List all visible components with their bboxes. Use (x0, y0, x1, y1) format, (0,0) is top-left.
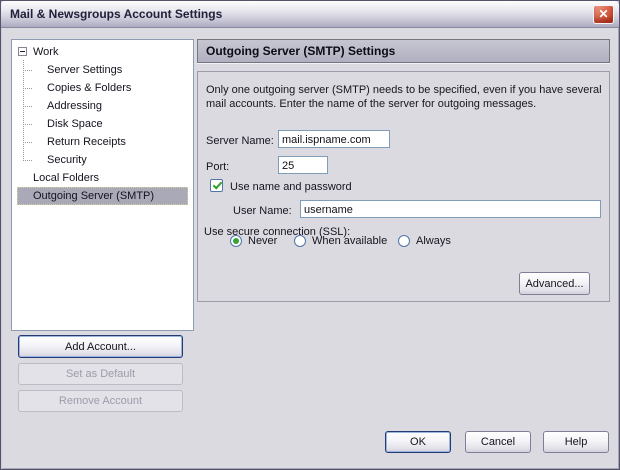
use-name-password-checkbox[interactable] (210, 179, 223, 192)
port-input[interactable] (278, 156, 328, 174)
remove-account-button: Remove Account (18, 390, 183, 412)
set-as-default-button: Set as Default (18, 363, 183, 385)
ssl-when-available-radio[interactable] (294, 235, 306, 247)
account-settings-dialog: Mail & Newsgroups Account Settings ✕ Wor… (0, 0, 620, 470)
window-title: Mail & Newsgroups Account Settings (10, 1, 222, 27)
ok-button[interactable]: OK (385, 431, 451, 453)
tree-item-label: Copies & Folders (47, 82, 131, 94)
user-name-label: User Name: (233, 204, 292, 218)
tree-item-local-folders[interactable]: Local Folders (12, 169, 193, 187)
use-name-password-label[interactable]: Use name and password (230, 180, 352, 194)
tree-item-label: Server Settings (47, 64, 122, 76)
tree-item-label: Local Folders (33, 172, 99, 184)
help-button[interactable]: Help (543, 431, 609, 453)
account-tree[interactable]: Work Server Settings Copies & Folders Ad… (11, 39, 194, 331)
panel-title: Outgoing Server (SMTP) Settings (197, 39, 610, 63)
cancel-button[interactable]: Cancel (465, 431, 531, 453)
user-name-input[interactable] (300, 200, 601, 218)
tree-item-copies-folders[interactable]: Copies & Folders (12, 79, 193, 97)
tree-item-label: Work (33, 46, 58, 58)
tree-item-label: Security (47, 154, 87, 166)
tree-item-disk-space[interactable]: Disk Space (12, 115, 193, 133)
tree-item-label: Return Receipts (47, 136, 126, 148)
tree-item-security[interactable]: Security (12, 151, 193, 169)
close-icon[interactable]: ✕ (593, 5, 614, 24)
tree-item-return-receipts[interactable]: Return Receipts (12, 133, 193, 151)
collapse-expander-icon[interactable] (18, 47, 27, 56)
port-label: Port: (206, 160, 229, 174)
ssl-never-radio[interactable] (230, 235, 242, 247)
tree-item-server-settings[interactable]: Server Settings (12, 61, 193, 79)
tree-item-work[interactable]: Work (12, 43, 193, 61)
ssl-always-radio[interactable] (398, 235, 410, 247)
titlebar[interactable]: Mail & Newsgroups Account Settings ✕ (1, 1, 619, 28)
ssl-always-label[interactable]: Always (416, 235, 451, 247)
tree-item-label: Addressing (47, 100, 102, 112)
smtp-description-text: Only one outgoing server (SMTP) needs to… (206, 83, 605, 111)
advanced-button[interactable]: Advanced... (519, 272, 590, 295)
tree-item-addressing[interactable]: Addressing (12, 97, 193, 115)
add-account-button[interactable]: Add Account... (18, 335, 183, 358)
server-name-label: Server Name: (206, 134, 274, 148)
ssl-when-available-label[interactable]: When available (312, 235, 387, 247)
ssl-never-label[interactable]: Never (248, 235, 277, 247)
server-name-input[interactable] (278, 130, 390, 148)
tree-item-label: Disk Space (47, 118, 103, 130)
tree-item-label: Outgoing Server (SMTP) (33, 190, 154, 202)
tree-item-outgoing-server[interactable]: Outgoing Server (SMTP) (17, 187, 188, 205)
